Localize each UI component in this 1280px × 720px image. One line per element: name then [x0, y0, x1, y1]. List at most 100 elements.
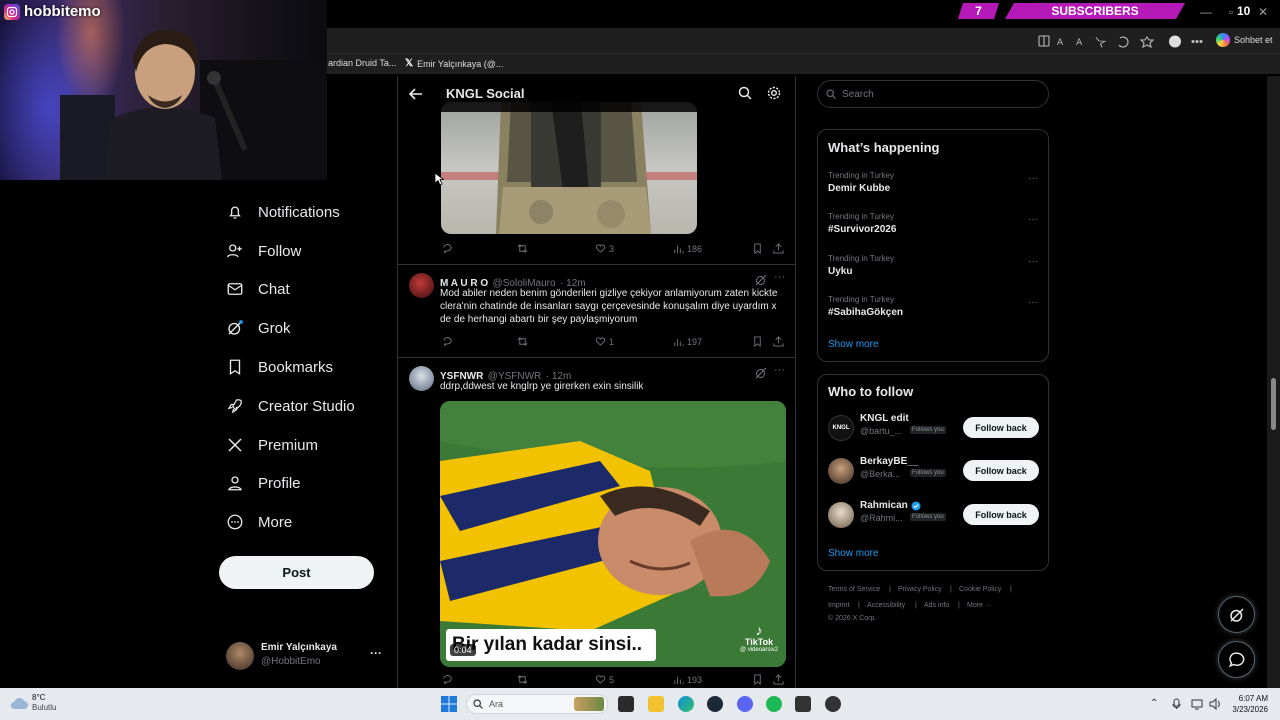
reply-button[interactable]	[442, 243, 453, 254]
share-button[interactable]	[773, 243, 784, 254]
footer-imprint[interactable]: Imprint	[828, 602, 849, 609]
follow-suggestion[interactable]: Rahmican @Rahmi... Follows you Follow ba…	[828, 500, 1040, 530]
search-input[interactable]: Search	[817, 80, 1049, 108]
repost-icon	[517, 675, 528, 684]
scrollbar-thumb[interactable]	[1271, 378, 1276, 430]
grok-icon[interactable]	[755, 274, 767, 286]
tweet-more-icon[interactable]: ···	[774, 364, 785, 376]
edge-browser-icon[interactable]	[678, 696, 694, 712]
discord-icon[interactable]	[737, 696, 753, 712]
grok-icon[interactable]	[755, 367, 767, 379]
follow-back-button[interactable]: Follow back	[963, 460, 1039, 481]
nav-item-premium[interactable]: Premium	[226, 431, 318, 459]
tweet-video[interactable]: Bir yılan kadar sinsi.. 0:04 ♪ TikTok @ …	[440, 401, 786, 667]
trend-more-icon[interactable]: ···	[1028, 297, 1038, 308]
tweet[interactable]: YSFNWR @YSFNWR · 12m ··· ddrp,ddwest ve …	[398, 358, 795, 688]
nav-item-profile[interactable]: Profile	[226, 469, 301, 497]
trend-name: #Survivor2026	[828, 224, 897, 235]
page-scrollbar[interactable]	[1267, 76, 1280, 688]
nav-item-grok[interactable]: Grok	[226, 314, 291, 342]
follow-back-button[interactable]: Follow back	[963, 417, 1039, 438]
copilot-button[interactable]: Sohbet et	[1216, 33, 1273, 47]
views-button[interactable]: 186	[673, 243, 702, 254]
browser-toolbar-icons[interactable]: A A	[1038, 35, 1218, 48]
grok-float-button[interactable]	[1218, 596, 1255, 633]
tweet-avatar[interactable]	[409, 273, 434, 298]
tweet-avatar[interactable]	[409, 366, 434, 391]
repost-button[interactable]	[517, 674, 528, 685]
trend-more-icon[interactable]: ···	[1028, 173, 1038, 184]
nav-item-bookmarks[interactable]: Bookmarks	[226, 353, 333, 381]
gear-icon[interactable]	[767, 86, 781, 100]
nav-item-more[interactable]: More	[226, 508, 292, 536]
bar-chart-icon	[674, 245, 684, 254]
follow-suggestion[interactable]: BerkayBE__ @Berka... Follows you Follow …	[828, 456, 1040, 486]
follow-suggestion[interactable]: KNGL KNGL edit @bartu_... Follows you Fo…	[828, 413, 1040, 443]
like-button[interactable]: 1	[595, 336, 614, 347]
back-arrow-icon[interactable]	[409, 87, 423, 101]
nav-item-chat[interactable]: Chat	[226, 275, 290, 303]
obs-icon[interactable]	[825, 696, 841, 712]
footer-privacy[interactable]: Privacy Policy	[898, 586, 942, 593]
share-button[interactable]	[773, 674, 784, 685]
windows-start-icon[interactable]	[441, 696, 457, 712]
footer-more[interactable]: More ···	[967, 602, 992, 609]
spotify-icon[interactable]	[766, 696, 782, 712]
footer-terms[interactable]: Terms of Service	[828, 586, 880, 593]
account-more-icon[interactable]: ···	[370, 646, 382, 660]
file-explorer-icon[interactable]	[648, 696, 664, 712]
trend-item[interactable]: Trending in Turkey Demir Kubbe ···	[828, 171, 1040, 201]
bookmark-item[interactable]: ardian Druid Ta...	[328, 58, 396, 68]
bookmark-button[interactable]	[752, 243, 763, 254]
trend-more-icon[interactable]: ···	[1028, 214, 1038, 225]
taskbar-search[interactable]: Ara	[466, 694, 608, 714]
share-button[interactable]	[773, 336, 784, 347]
tweet-media-image[interactable]	[441, 102, 697, 234]
repost-button[interactable]	[517, 336, 528, 347]
reply-button[interactable]	[442, 674, 453, 685]
system-tray-icons[interactable]	[1172, 698, 1232, 710]
repost-button[interactable]	[517, 243, 528, 254]
trend-item[interactable]: Trending in Turkey Uyku ···	[828, 254, 1040, 284]
close-icon[interactable]: ✕	[1258, 5, 1268, 19]
bookmark-icon	[229, 359, 241, 376]
bookmark-button[interactable]	[752, 674, 763, 685]
tweet-more-icon[interactable]: ···	[774, 271, 785, 283]
like-button[interactable]: 3	[595, 243, 614, 254]
show-more-link[interactable]: Show more	[828, 548, 879, 559]
task-view-icon[interactable]	[618, 696, 634, 712]
instagram-username: hobbitemo	[24, 3, 101, 20]
weather-widget[interactable]: 8°C Bulutlu	[10, 693, 56, 713]
show-more-link[interactable]: Show more	[828, 339, 879, 350]
steam-icon[interactable]	[707, 696, 723, 712]
minimize-icon[interactable]: —	[1200, 5, 1212, 19]
tray-chevron-icon[interactable]: ⌃	[1150, 698, 1158, 709]
trend-more-icon[interactable]: ···	[1028, 256, 1038, 267]
footer-ads[interactable]: Ads info	[924, 602, 949, 609]
messages-float-button[interactable]	[1218, 641, 1255, 678]
footer-accessibility[interactable]: Accessibility	[867, 602, 905, 609]
trend-item[interactable]: Trending in Turkey #SabihaGökçen ···	[828, 295, 1040, 325]
views-button[interactable]: 193	[673, 674, 702, 685]
streamer-image	[60, 29, 327, 180]
restore-icon[interactable]: ▫	[1229, 5, 1233, 19]
clock[interactable]: 6:07 AM 3/23/2026	[1226, 693, 1268, 715]
search-icon[interactable]	[738, 86, 752, 100]
account-name: Emir Yalçınkaya	[261, 642, 337, 653]
terminal-icon[interactable]	[795, 696, 811, 712]
svg-text:A: A	[1057, 38, 1064, 48]
bookmark-button[interactable]	[752, 336, 763, 347]
webcam-overlay: hobbitemo	[0, 0, 327, 180]
post-button[interactable]: Post	[219, 556, 374, 589]
views-button[interactable]: 197	[673, 336, 702, 347]
nav-item-notifications[interactable]: Notifications	[226, 198, 340, 226]
reply-button[interactable]	[442, 336, 453, 347]
nav-item-follow[interactable]: Follow	[226, 237, 301, 265]
bookmark-item[interactable]: 𝕏 Emir Yalçınkaya (@...	[405, 58, 503, 69]
follow-back-button[interactable]: Follow back	[963, 504, 1039, 525]
trend-item[interactable]: Trending in Turkey #Survivor2026 ···	[828, 212, 1040, 242]
like-button[interactable]: 5	[595, 674, 614, 685]
account-switcher[interactable]: Emir Yalçınkaya @HobbitEmo ···	[226, 640, 386, 672]
footer-cookie[interactable]: Cookie Policy	[959, 586, 1001, 593]
nav-item-creator-studio[interactable]: Creator Studio	[226, 392, 355, 420]
